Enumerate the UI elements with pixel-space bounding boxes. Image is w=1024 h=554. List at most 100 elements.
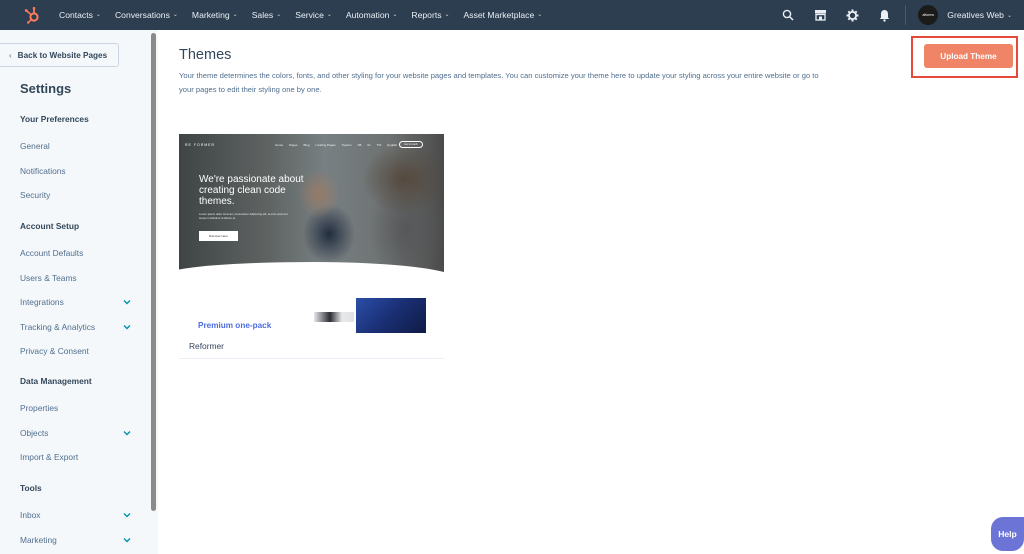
preview-nav-item: Blog [303,143,310,147]
preview-nav-item: Landing Pages [315,143,336,147]
nav-item-service[interactable]: Service ⌄ [295,10,332,20]
nav-item-label: Conversations [114,10,170,20]
preview-headline: We're passionate about creating clean co… [199,174,304,207]
preview-nav-item: IG [367,143,371,147]
chevron-down-icon: ⌄ [326,11,332,18]
settings-sidebar: ‹ Back to Website Pages Settings Your Pr… [0,30,158,554]
upload-theme-button[interactable]: Upload Theme [924,44,1013,68]
sidebar-item-general[interactable]: General [20,141,131,151]
chevron-left-icon: ‹ [9,50,12,60]
nav-item-asset-marketplace[interactable]: Asset Marketplace ⌄ [464,10,543,20]
main-content: Themes Your theme determines the colors,… [158,30,1024,554]
preview-brand-logo: RE FORMER [185,143,215,147]
preview-nav-item: English [387,143,398,147]
preview-subtext: Lorem ipsum dolor sit amet, consectetur … [199,212,288,220]
premium-one-pack-label: Premium one-pack [198,321,272,330]
preview-nav-item: Home [275,143,284,147]
chevron-down-icon[interactable] [123,324,131,330]
nav-item-label: Reports [411,10,442,20]
sidebar-item-label: Privacy & Consent [20,346,89,357]
chevron-down-icon[interactable] [123,430,131,436]
card-divider [179,358,444,359]
sidebar-item-properties[interactable]: Properties [20,403,131,413]
sidebar-item-import-export[interactable]: Import & Export [20,452,131,462]
sidebar-item-inbox[interactable]: Inbox [20,510,131,520]
sidebar-item-notifications[interactable]: Notifications [20,166,131,176]
settings-gear-icon[interactable] [845,8,859,22]
nav-item-contacts[interactable]: Contacts ⌄ [59,10,101,20]
sidebar-item-label: Import & Export [20,452,79,463]
nav-item-automation[interactable]: Automation ⌄ [346,10,398,20]
preview-nav-item: FB [357,143,362,147]
theme-preview-image: RE FORMER Home Pages Blog Landing Pages Syst… [179,134,444,275]
sidebar-item-objects[interactable]: Objects [20,428,131,438]
page-description: Your theme determines the colors, fonts,… [179,71,819,94]
nav-item-marketing[interactable]: Marketing ⌄ [192,10,238,20]
sidebar-item-label: Tracking & Analytics [20,321,96,332]
chevron-down-icon: ⌄ [276,11,282,18]
account-menu[interactable]: Greatives Web ⌄ [947,10,1012,20]
settings-title: Settings [20,81,72,96]
sidebar-section-header: Account Setup [20,221,80,231]
sidebar-item-tracking-analytics[interactable]: Tracking & Analytics [20,322,131,332]
chevron-down-icon: ⌄ [1006,12,1012,19]
theme-name[interactable]: Reformer [189,341,224,351]
nav-item-label: Asset Marketplace [463,10,535,20]
nav-item-reports[interactable]: Reports ⌄ [411,10,449,20]
nav-item-label: Sales [251,10,274,20]
sidebar-item-label: Integrations [20,297,64,308]
nav-utilities: alforms Greatives Web ⌄ [781,0,1024,30]
top-navigation-bar: Contacts ⌄ Conversations ⌄ Marketing ⌄ Sales ⌄ S… [0,0,1024,30]
chevron-down-icon: ⌄ [444,11,450,18]
nav-divider [905,5,907,25]
sidebar-item-label: General [20,141,50,151]
help-button[interactable]: Help [991,517,1024,551]
sidebar-section-header: Tools [20,483,42,493]
sidebar-item-privacy-consent[interactable]: Privacy & Consent [20,346,131,356]
preview-nav-item: System [341,143,352,147]
preview-nav: Home Pages Blog Landing Pages System FB IG TW En… [275,143,403,147]
preview-nav-item: Pages [289,143,298,147]
chevron-down-icon: ⌄ [537,11,543,18]
sidebar-item-label: Users & Teams [20,272,77,283]
notifications-bell-icon[interactable] [877,8,891,22]
preview-cta-button: Get in touch [399,141,423,148]
hubspot-logo-icon[interactable] [22,5,42,25]
sidebar-item-label: Objects [20,427,49,438]
chevron-down-icon[interactable] [123,537,131,543]
sidebar-item-label: Properties [20,403,59,413]
nav-item-label: Automation [345,10,390,20]
sidebar-section-header: Your Preferences [20,114,89,124]
theme-card[interactable]: RE FORMER Home Pages Blog Landing Pages Syst… [179,134,444,359]
nav-item-label: Marketing [191,10,230,20]
marketplace-icon[interactable] [813,8,827,22]
sidebar-section-header: Data Management [20,376,92,386]
sidebar-item-label: Security [20,190,51,201]
chevron-down-icon[interactable] [123,512,131,518]
chevron-down-icon: ⌄ [172,11,178,18]
nav-item-label: Service [295,10,324,20]
page-title: Themes [179,47,232,63]
preview-nav-item: TW [376,143,382,147]
back-to-website-pages-button[interactable]: ‹ Back to Website Pages [0,43,119,67]
back-button-label: Back to Website Pages [17,50,108,60]
nav-item-conversations[interactable]: Conversations ⌄ [115,10,178,20]
chevron-down-icon: ⌄ [232,11,238,18]
sidebar-item-label: Account Defaults [20,248,84,258]
nav-item-sales[interactable]: Sales ⌄ [252,10,282,20]
sidebar-item-account-defaults[interactable]: Account Defaults [20,248,131,258]
account-name-label: Greatives Web [947,10,1004,20]
chevron-down-icon[interactable] [123,299,131,305]
sidebar-item-marketing[interactable]: Marketing [20,535,131,545]
sidebar-item-security[interactable]: Security [20,190,131,200]
sidebar-item-integrations[interactable]: Integrations [20,297,131,307]
search-icon[interactable] [781,8,795,22]
sidebar-item-label: Notifications [20,165,66,176]
primary-nav-menu: Contacts ⌄ Conversations ⌄ Marketing ⌄ Sales ⌄ S… [59,0,556,30]
chevron-down-icon: ⌄ [95,11,101,18]
nav-item-label: Contacts [59,10,93,20]
preview-thumbnail-people [314,312,354,322]
account-avatar[interactable]: alforms [918,5,939,25]
sidebar-item-users-teams[interactable]: Users & Teams [20,273,131,283]
sidebar-scrollbar-thumb[interactable] [151,33,156,511]
